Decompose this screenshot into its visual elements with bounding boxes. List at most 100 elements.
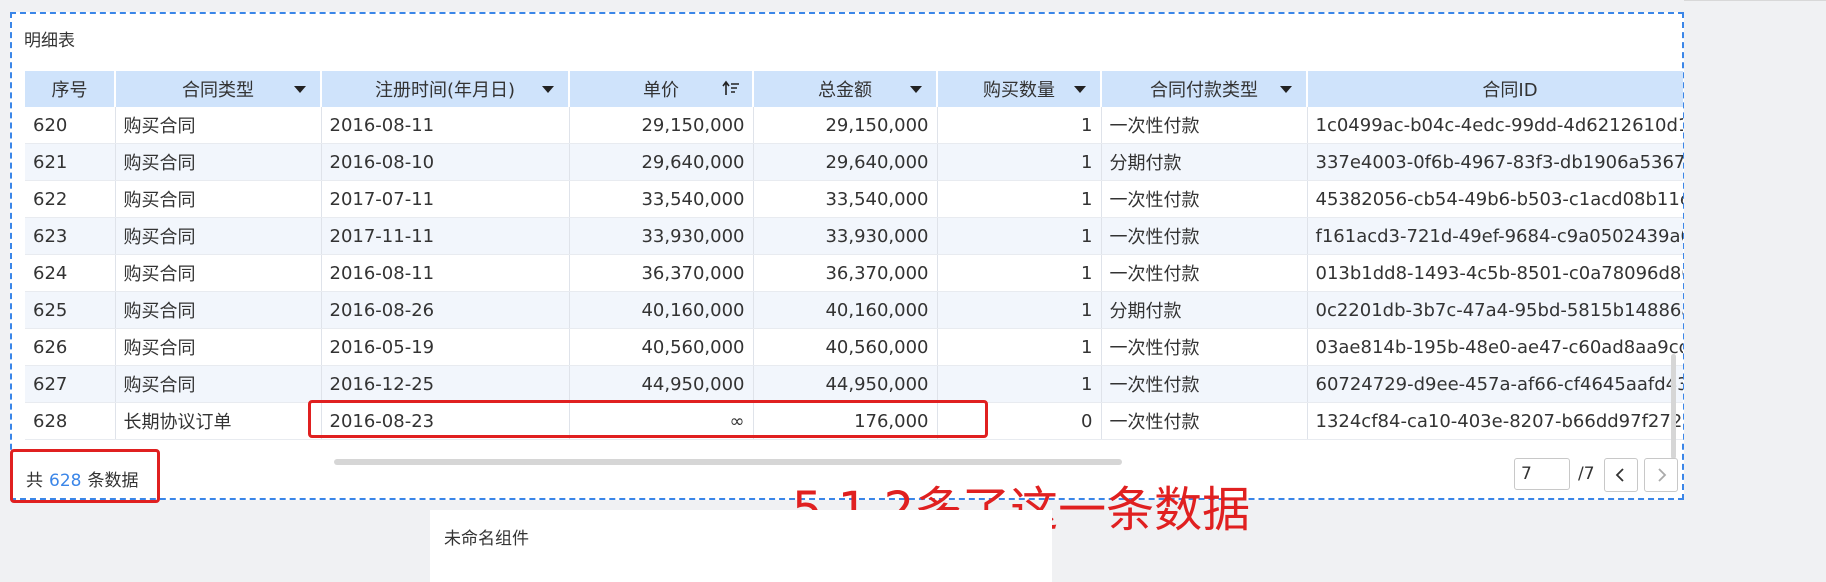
cell-quantity: 1 [937,180,1102,218]
cell-index: 628 [25,402,116,440]
cell-payment-type: 分期付款 [1101,143,1308,181]
cell-payment-type: 一次性付款 [1101,107,1308,144]
dropdown-caret-icon[interactable] [542,86,554,93]
cell-payment-type: 一次性付款 [1101,217,1308,255]
cell-contract-id: 1324cf84-ca10-403e-8207-b66dd97f272e [1307,402,1683,440]
dropdown-caret-icon[interactable] [294,86,306,93]
cell-unit-price: 33,540,000 [569,180,754,218]
vertical-scrollbar[interactable] [1671,354,1676,459]
col-header-unit-price[interactable]: 单价 [569,71,754,107]
cell-payment-type: 一次性付款 [1101,328,1308,366]
horizontal-scrollbar[interactable] [334,459,1122,465]
cell-unit-price: 40,560,000 [569,328,754,366]
col-header-index: 序号 [25,71,116,107]
cell-contract-id: f161acd3-721d-49ef-9684-c9a0502439a0 [1307,217,1683,255]
cell-register-date: 2016-08-10 [321,143,570,181]
cell-index: 626 [25,328,116,366]
cell-total-amount: 33,540,000 [753,180,938,218]
cell-register-date: 2016-08-26 [321,291,570,329]
cell-contract-type: 购买合同 [115,107,322,144]
cell-register-date: 2016-08-11 [321,107,570,144]
cell-index: 624 [25,254,116,292]
cell-total-amount: 33,930,000 [753,217,938,255]
next-page-button[interactable] [1644,458,1678,492]
cell-unit-price: 33,930,000 [569,217,754,255]
chevron-left-icon [1615,468,1624,482]
table-row[interactable]: 621 购买合同 2016-08-10 29,640,000 29,640,000 1 分期… [25,143,1683,181]
widget-title: 明细表 [24,31,75,51]
cell-unit-price: 44,950,000 [569,365,754,403]
cell-quantity: 1 [937,291,1102,329]
cell-contract-type: 购买合同 [115,254,322,292]
table-row[interactable]: 625 购买合同 2016-08-26 40,160,000 40,160,000 1 分期… [25,291,1683,329]
cell-payment-type: 分期付款 [1101,291,1308,329]
cell-quantity: 1 [937,107,1102,144]
table-row[interactable]: 626 购买合同 2016-05-19 40,560,000 40,560,000 1 一次… [25,328,1683,366]
cell-quantity: 1 [937,217,1102,255]
cell-contract-type: 购买合同 [115,291,322,329]
col-header-total-amount[interactable]: 总金额 [753,71,938,107]
dropdown-caret-icon[interactable] [1074,86,1086,93]
cell-contract-type: 购买合同 [115,328,322,366]
cell-total-amount: 40,160,000 [753,291,938,329]
sort-ascending-icon[interactable] [722,79,740,99]
cell-unit-price: 36,370,000 [569,254,754,292]
table-row[interactable]: 623 购买合同 2017-11-11 33,930,000 33,930,000 1 一次… [25,217,1683,255]
cell-index: 621 [25,143,116,181]
unnamed-widget: 未命名组件 [430,510,1052,582]
cell-register-date: 2016-05-19 [321,328,570,366]
prev-page-button[interactable] [1604,458,1638,492]
cell-contract-id: 1c0499ac-b04c-4edc-99dd-4d6212610d1 [1307,107,1683,144]
cell-index: 620 [25,107,116,144]
cell-register-date: 2017-07-11 [321,180,570,218]
cell-contract-id: 60724729-d9ee-457a-af66-cf4645aafd43 [1307,365,1683,403]
page-total-label: /7 [1578,464,1595,484]
cell-index: 625 [25,291,116,329]
cell-unit-price: 29,640,000 [569,143,754,181]
top-right-divider [1684,0,1826,1]
cell-total-amount: 40,560,000 [753,328,938,366]
table-row[interactable]: 622 购买合同 2017-07-11 33,540,000 33,540,000 1 一次… [25,180,1683,218]
cell-total-amount: 36,370,000 [753,254,938,292]
page-number-input[interactable] [1514,458,1570,490]
cell-contract-id: 45382056-cb54-49b6-b503-c1acd08b11e [1307,180,1683,218]
cell-quantity: 1 [937,143,1102,181]
cell-quantity: 1 [937,328,1102,366]
unnamed-widget-title: 未命名组件 [444,529,529,549]
chevron-right-icon [1658,468,1667,482]
col-header-quantity[interactable]: 购买数量 [937,71,1102,107]
cell-contract-id: 03ae814b-195b-48e0-ae47-c60ad8aa9cd [1307,328,1683,366]
cell-total-amount: 29,640,000 [753,143,938,181]
cell-index: 627 [25,365,116,403]
cell-payment-type: 一次性付款 [1101,402,1308,440]
cell-contract-type: 购买合同 [115,217,322,255]
cell-contract-type: 长期协议订单 [115,402,322,440]
cell-contract-id: 337e4003-0f6b-4967-83f3-db1906a5367b [1307,143,1683,181]
cell-quantity: 1 [937,254,1102,292]
dropdown-caret-icon[interactable] [1280,86,1292,93]
col-header-payment-type[interactable]: 合同付款类型 [1101,71,1308,107]
cell-total-amount: 29,150,000 [753,107,938,144]
cell-contract-id: 013b1dd8-1493-4c5b-8501-c0a78096d86 [1307,254,1683,292]
col-header-register-date[interactable]: 注册时间(年月日) [321,71,570,107]
detail-table: 序号 合同类型 注册时间(年月日) 单价 总金额 购买数量 合同付款类型 合同I… [25,71,1683,440]
col-header-contract-id: 合同ID [1307,71,1683,107]
cell-contract-id: 0c2201db-3b7c-47a4-95bd-5815b14886a [1307,291,1683,329]
col-header-contract-type[interactable]: 合同类型 [115,71,322,107]
cell-quantity: 1 [937,365,1102,403]
cell-payment-type: 一次性付款 [1101,180,1308,218]
table-body: 620 购买合同 2016-08-11 29,150,000 29,150,000 1 一次… [25,107,1683,440]
table-row[interactable]: 627 购买合同 2016-12-25 44,950,000 44,950,000 1 一次… [25,365,1683,403]
cell-register-date: 2016-12-25 [321,365,570,403]
cell-payment-type: 一次性付款 [1101,365,1308,403]
cell-register-date: 2017-11-11 [321,217,570,255]
cell-contract-type: 购买合同 [115,143,322,181]
dropdown-caret-icon[interactable] [910,86,922,93]
highlight-box-total [10,449,160,503]
cell-register-date: 2016-08-11 [321,254,570,292]
cell-unit-price: 29,150,000 [569,107,754,144]
table-header-row: 序号 合同类型 注册时间(年月日) 单价 总金额 购买数量 合同付款类型 合同I… [25,71,1683,107]
table-row[interactable]: 620 购买合同 2016-08-11 29,150,000 29,150,000 1 一次… [25,107,1683,144]
cell-contract-type: 购买合同 [115,365,322,403]
table-row[interactable]: 624 购买合同 2016-08-11 36,370,000 36,370,000 1 一次… [25,254,1683,292]
